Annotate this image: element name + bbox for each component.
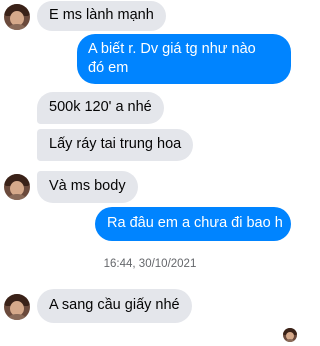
incoming-message-bubble[interactable]: 500k 120' a nhé	[37, 92, 164, 124]
message-text: Và ms body	[49, 178, 126, 194]
avatar-shoulder	[6, 314, 28, 320]
avatar-shoulder	[6, 24, 28, 30]
incoming-message-bubble[interactable]: Lấy ráy tai trung hoa	[37, 129, 194, 161]
message-text: E ms lành mạnh	[49, 7, 154, 23]
message-text: Ra đâu em a chưa đi bao h	[107, 215, 283, 231]
message-text-line-2: đó em	[88, 60, 129, 76]
contact-avatar-icon[interactable]	[4, 294, 30, 320]
timestamp: 16:44, 30/10/2021	[103, 258, 197, 270]
incoming-message-bubble[interactable]: A sang cầu giấy nhé	[37, 289, 192, 323]
message-text: A sang cầu giấy nhé	[49, 297, 180, 313]
message-text: 500k 120' a nhé	[49, 99, 152, 115]
message-text-line-1: A biết r. Dv giá tg như nào	[88, 41, 256, 57]
avatar-shoulder	[6, 194, 28, 200]
contact-avatar-icon[interactable]	[4, 174, 30, 200]
outgoing-message-bubble[interactable]: A biết r. Dv giá tg như nào đó em	[77, 34, 291, 84]
incoming-message-bubble[interactable]: Và ms body	[37, 171, 138, 203]
contact-avatar-icon[interactable]	[4, 4, 30, 30]
message-text: Lấy ráy tai trung hoa	[49, 136, 182, 152]
avatar-shoulder	[284, 339, 296, 342]
seen-avatar-icon	[283, 328, 297, 342]
outgoing-message-bubble[interactable]: Ra đâu em a chưa đi bao h	[95, 207, 291, 241]
incoming-message-bubble[interactable]: E ms lành mạnh	[37, 1, 166, 31]
